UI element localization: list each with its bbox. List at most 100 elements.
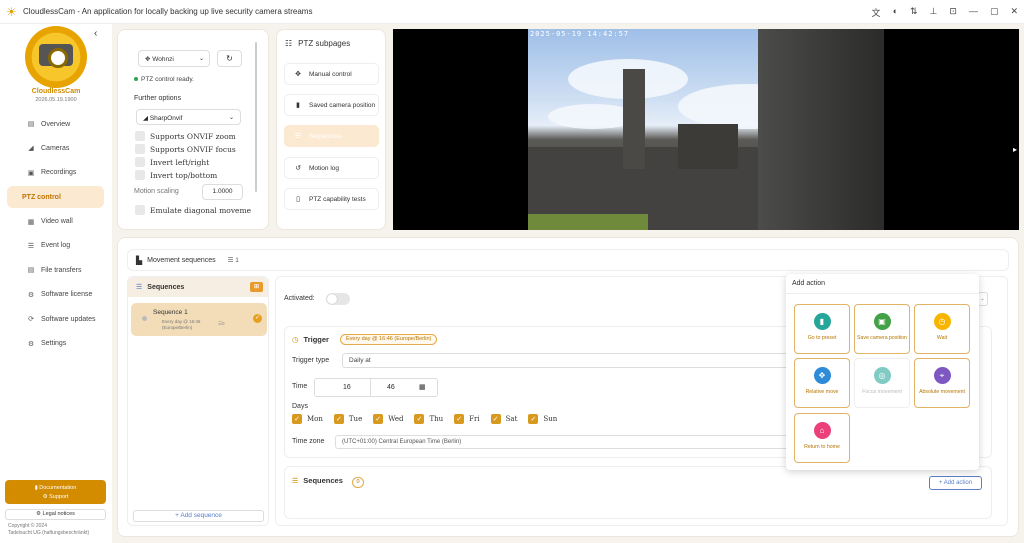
check-icon: ✓: [414, 414, 425, 424]
add-sequence-button[interactable]: + Add sequence: [133, 510, 264, 522]
camera-stream-view[interactable]: 2025-05-19 14:42:57: [393, 29, 1019, 230]
close-icon[interactable]: ✕: [1010, 6, 1018, 19]
sidebar-item-file-transfers[interactable]: ▤ File transfers: [7, 259, 104, 281]
move-icon: ✥: [813, 367, 831, 384]
subpage-ptz-capability-tests[interactable]: ▯ PTZ capability tests: [284, 188, 379, 210]
sun-logo-icon: ☀: [6, 4, 17, 19]
event-log-icon: ☰: [27, 242, 35, 250]
overview-icon: ▤: [27, 121, 35, 128]
save-icon: ▣: [873, 313, 891, 330]
maximize-icon[interactable]: ▢: [990, 6, 999, 19]
camera-select[interactable]: ✥ Wohnzi ⌄: [138, 50, 210, 67]
check-icon: ✓: [528, 414, 539, 424]
minute-value[interactable]: 46: [387, 384, 395, 391]
sidebar-item-software-license[interactable]: ⚙ Software license: [7, 284, 104, 306]
ptz-status: PTZ control ready.: [134, 76, 194, 83]
fullscreen-icon[interactable]: ⊡: [949, 6, 957, 19]
copyright: Copyright © 2024 Tadelsucht UG (haftungs…: [8, 523, 90, 536]
activated-toggle[interactable]: [326, 293, 350, 305]
supports-focus-checkbox[interactable]: Supports ONVIF focus: [17, 144, 236, 154]
sequence-list-item[interactable]: Sequence 1 Every day @ 16:46 (Europe/Berl…: [131, 303, 267, 336]
emulate-diagonal-checkbox[interactable]: Emulate diagonal moveme: [17, 205, 251, 215]
drag-handle-icon[interactable]: [142, 316, 147, 321]
cursor-icon: ▸: [1013, 145, 1018, 154]
sliders-icon: ☷: [285, 39, 293, 48]
sequence-actions-section: [284, 466, 992, 519]
activated-label: Activated:: [284, 295, 315, 302]
sequence-count: ☰ 1: [227, 257, 239, 264]
camera-frame: 2025-05-19 14:42:57: [528, 29, 884, 230]
chevron-left-icon[interactable]: ‹: [94, 28, 97, 39]
hour-value[interactable]: 16: [343, 384, 351, 391]
window-controls: 文 ◐ ⇅ ⊥ ⊡ — ▢ ✕: [872, 6, 1018, 19]
list-icon: ☰: [292, 478, 299, 485]
bookmark-icon: ▮: [813, 313, 831, 330]
list-icon: ☰: [136, 284, 143, 291]
day-checkbox-sun[interactable]: ✓ Sun: [528, 414, 557, 424]
time-label: Time: [292, 383, 308, 390]
timer-icon: ◷: [933, 313, 951, 330]
trigger-type-select[interactable]: Daily at: [342, 353, 792, 368]
add-action-button[interactable]: + Add action: [929, 476, 982, 490]
camera-icon: ◢: [143, 115, 150, 122]
day-checkbox-tue[interactable]: ✓ Tue: [333, 414, 362, 424]
legal-notices-button[interactable]: ⚙ Legal notices: [5, 509, 106, 520]
action-go-to-preset[interactable]: ▮ Go to preset: [794, 304, 850, 354]
subpage-manual-control[interactable]: ✥ Manual control: [284, 63, 379, 85]
sequence-action-count: ☰0: [218, 321, 225, 326]
day-checkbox-fri[interactable]: ✓ Fri: [454, 414, 480, 424]
timezone-select[interactable]: (UTC+01:00) Central European Time (Berli…: [335, 435, 792, 449]
minimize-icon[interactable]: —: [969, 6, 978, 19]
chevron-down-icon: ⌄: [228, 115, 234, 121]
movement-sequences-header: ▙ Movement sequences ☰ 1: [127, 249, 1009, 271]
day-checkbox-wed[interactable]: ✓ Wed: [373, 414, 403, 424]
action-save-camera-position[interactable]: ▣ Save camera position: [854, 304, 910, 354]
driver-select[interactable]: ◢ SharpOnvif ⌄: [136, 109, 241, 125]
sequences-icon: ☰: [294, 133, 302, 140]
sidebar-item-event-log[interactable]: ☰ Event log: [7, 235, 104, 257]
sequence-actions-count: 0: [352, 477, 364, 488]
sidebar: ‹ CloudlessCam 2026.05.19.1900 ▤ Overview…: [0, 24, 112, 543]
invert-left-right-checkbox[interactable]: Invert left/right: [17, 157, 209, 167]
trigger-type-label: Trigger type: [292, 357, 330, 364]
sidebar-item-software-updates[interactable]: ⟳ Software updates: [7, 308, 104, 330]
add-sequence-icon[interactable]: ⊞: [250, 282, 263, 292]
day-checkbox-thu[interactable]: ✓ Thu: [414, 414, 443, 424]
day-checkbox-mon[interactable]: ✓ Mon: [292, 414, 323, 424]
invert-top-bottom-checkbox[interactable]: Invert top/bottom: [17, 170, 217, 180]
translate-icon[interactable]: 文: [872, 6, 881, 19]
action-absolute-movement[interactable]: ⌖ Absolute movement: [914, 358, 970, 408]
documentation-support-button[interactable]: ▮ Documentation ⚙ Support: [5, 480, 106, 504]
history-icon: ↺: [295, 165, 301, 172]
refresh-icon: ↻: [226, 54, 233, 63]
subpage-saved-camera-position[interactable]: ▮ Saved camera position: [284, 94, 379, 116]
subpage-sequences[interactable]: ☰ Sequences: [284, 125, 379, 147]
ptz-panel-scrollbar[interactable]: [255, 42, 257, 192]
focus-icon: ◎: [873, 367, 891, 384]
action-return-to-home[interactable]: ⌂ Return to home: [794, 413, 850, 463]
test-icon: ▯: [296, 196, 300, 203]
sequence-list-header: ☰ Sequences ⊞: [128, 277, 268, 297]
settings-icon: ⚙: [27, 340, 35, 348]
popup-title: Add action: [792, 280, 826, 287]
status-dot: [134, 77, 138, 82]
day-checkbox-sat[interactable]: ✓ Sat: [490, 414, 517, 424]
refresh-button[interactable]: ↻: [217, 50, 242, 67]
action-relative-move[interactable]: ✥ Relative move: [794, 358, 850, 408]
sort-icon[interactable]: ⇅: [910, 6, 918, 19]
sidebar-item-settings[interactable]: ⚙ Settings: [7, 333, 104, 355]
theme-icon[interactable]: ◐: [893, 6, 898, 19]
check-icon: ✓: [292, 414, 302, 424]
check-icon: ✓: [253, 314, 262, 323]
further-options-label: Further options: [134, 95, 182, 102]
sequence-list: ☰ Sequences ⊞ Sequence 1 Every day @ 16:4…: [127, 276, 269, 526]
license-icon: ⚙: [27, 291, 35, 299]
action-wait[interactable]: ◷ Wait: [914, 304, 970, 354]
supports-zoom-checkbox[interactable]: Supports ONVIF zoom: [17, 131, 236, 141]
subpage-motion-log[interactable]: ↺ Motion log: [284, 157, 379, 179]
pin-icon[interactable]: ⊥: [930, 6, 938, 19]
calendar-icon[interactable]: ▦: [419, 383, 426, 391]
title-bar: ☀ CloudlessCam - An application for loca…: [0, 0, 1024, 24]
time-input[interactable]: 16 46 ▦: [314, 378, 438, 397]
motion-scaling-input[interactable]: 1.0000: [202, 184, 243, 200]
